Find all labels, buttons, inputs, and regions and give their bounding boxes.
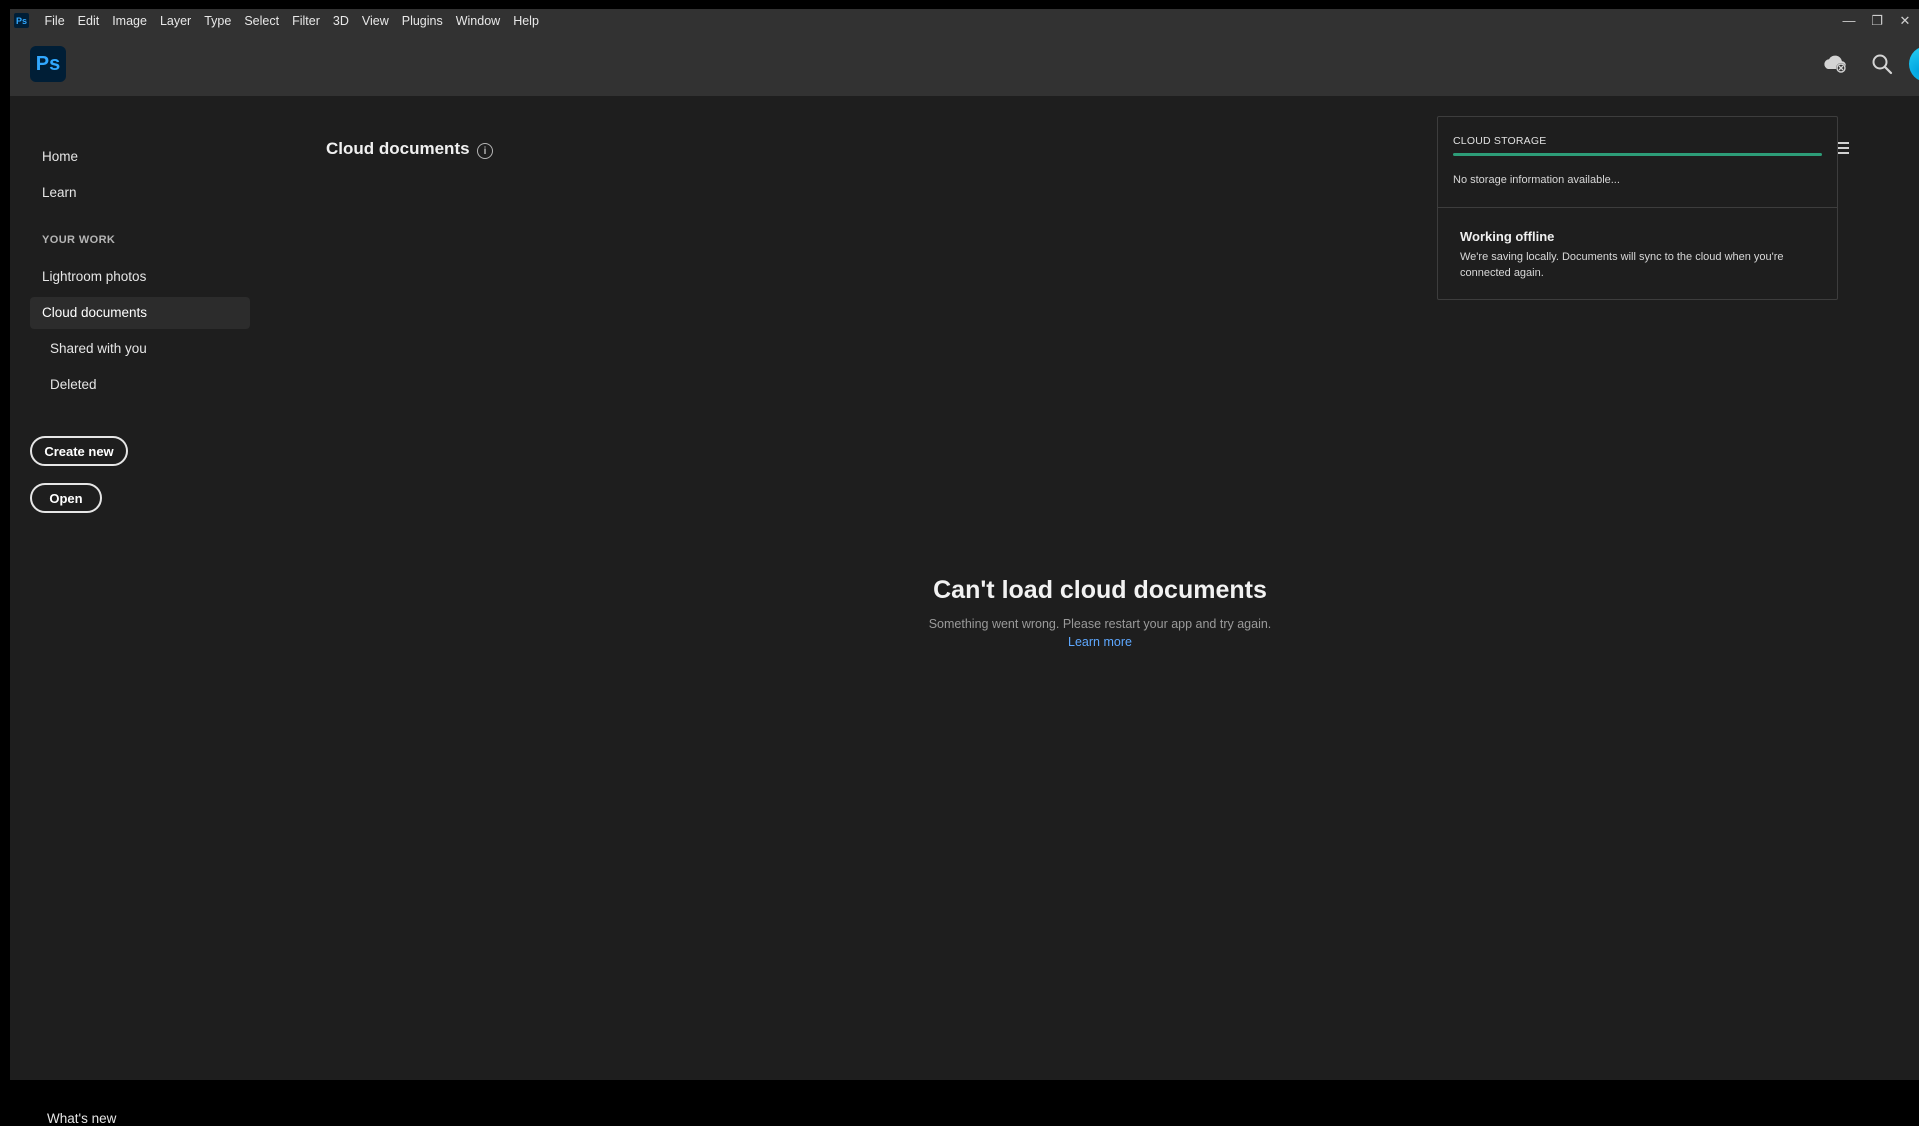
- storage-progress-bar: [1453, 153, 1822, 156]
- menu-bar: Ps File Edit Image Layer Type Select Fil…: [10, 9, 1919, 32]
- photoshop-logo[interactable]: Ps: [30, 46, 66, 82]
- popover-divider: [1438, 207, 1837, 208]
- menu-select[interactable]: Select: [238, 14, 286, 28]
- app-header: Ps: [10, 32, 1919, 96]
- avatar[interactable]: [1909, 46, 1919, 82]
- sidebar-item-shared-with-you[interactable]: Shared with you: [30, 333, 250, 365]
- sidebar-item-lightroom-photos[interactable]: Lightroom photos: [30, 261, 250, 293]
- section-label-your-work: YOUR WORK: [42, 234, 116, 246]
- working-offline-heading: Working offline: [1460, 229, 1555, 244]
- menu-plugins[interactable]: Plugins: [395, 14, 449, 28]
- menu-type[interactable]: Type: [198, 14, 238, 28]
- menu-window[interactable]: Window: [449, 14, 506, 28]
- whats-new-link[interactable]: What's new: [47, 1111, 116, 1126]
- storage-info-text: No storage information available...: [1453, 174, 1620, 186]
- learn-more-link[interactable]: Learn more: [1068, 635, 1132, 649]
- search-icon[interactable]: [1868, 50, 1896, 78]
- empty-state-message: Something went wrong. Please restart you…: [928, 617, 1272, 631]
- close-icon[interactable]: ✕: [1891, 13, 1919, 29]
- window-top-border: [0, 0, 1919, 9]
- menu-help[interactable]: Help: [507, 14, 546, 28]
- menu-3d[interactable]: 3D: [326, 14, 355, 28]
- sidebar-item-deleted[interactable]: Deleted: [30, 369, 250, 401]
- page-title: Cloud documents: [326, 139, 470, 158]
- sidebar-item-cloud-documents[interactable]: Cloud documents: [30, 297, 250, 329]
- menu-filter[interactable]: Filter: [286, 14, 327, 28]
- menu-view[interactable]: View: [355, 14, 395, 28]
- create-new-button[interactable]: Create new: [30, 436, 128, 466]
- cloud-offline-icon[interactable]: [1821, 50, 1849, 78]
- open-button[interactable]: Open: [30, 483, 102, 513]
- info-icon[interactable]: i: [477, 143, 493, 159]
- window-left-border: [0, 0, 10, 1080]
- menu-file[interactable]: File: [38, 14, 71, 28]
- minimize-icon[interactable]: —: [1835, 13, 1863, 28]
- window-controls: — ❐ ✕: [1835, 9, 1919, 32]
- menu-edit[interactable]: Edit: [71, 14, 106, 28]
- sidebar-item-home[interactable]: Home: [30, 141, 250, 173]
- empty-state: Can't load cloud documents Something wen…: [890, 576, 1310, 651]
- menu-image[interactable]: Image: [106, 14, 154, 28]
- cloud-storage-label: CLOUD STORAGE: [1453, 135, 1547, 147]
- working-offline-text: We're saving locally. Documents will syn…: [1460, 251, 1784, 279]
- empty-state-title: Can't load cloud documents: [933, 576, 1267, 604]
- photoshop-mini-logo: Ps: [14, 13, 29, 28]
- restore-icon[interactable]: ❐: [1863, 13, 1891, 29]
- sidebar-item-learn[interactable]: Learn: [30, 177, 250, 209]
- cloud-storage-popover: CLOUD STORAGE No storage information ava…: [1437, 116, 1838, 300]
- menu-layer[interactable]: Layer: [153, 14, 197, 28]
